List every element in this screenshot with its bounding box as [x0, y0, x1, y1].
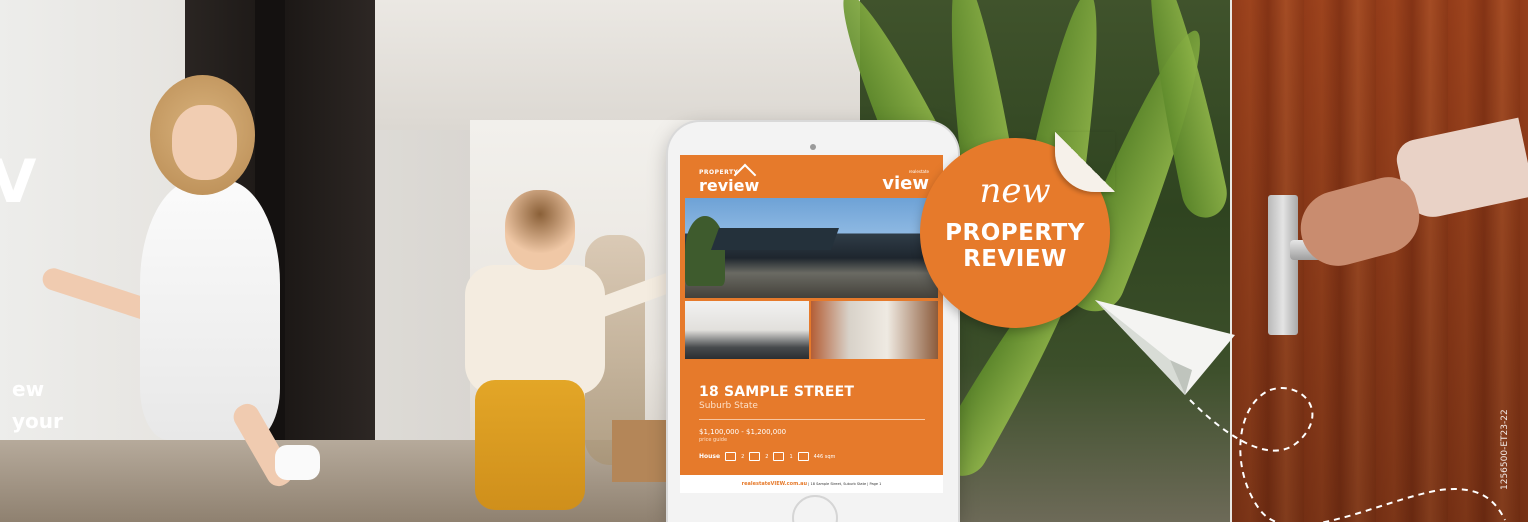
door-handle-plate [1268, 195, 1298, 335]
tagline-line-2: your [12, 409, 63, 433]
tablet-home-button [792, 495, 838, 522]
photo-roof [710, 228, 840, 250]
boy-head [505, 190, 575, 270]
tablet-camera [810, 144, 816, 150]
property-review-logo: PROPERTY review [699, 163, 759, 195]
property-type: House [699, 453, 721, 460]
headline-fragment: V [0, 147, 37, 217]
dashed-flight-path [1189, 387, 1506, 522]
tablet-screen: PROPERTY review realestate view 18 SAMPL… [680, 155, 943, 493]
boy-pants [475, 380, 585, 510]
tagline-line-1: ew [12, 377, 45, 401]
property-photo-interior-2 [811, 301, 938, 359]
tracking-code: 1256500-ET23-22 [1500, 409, 1510, 490]
feature-value: 1 [789, 453, 793, 460]
price-range: $1,100,000 - $1,200,000 [699, 428, 787, 436]
girl-dress [140, 180, 280, 440]
review-header: PROPERTY review realestate view [680, 155, 943, 197]
background-ceiling [370, 0, 870, 130]
tablet-mockup: PROPERTY review realestate view 18 SAMPL… [668, 122, 958, 522]
feature-value: 446 sqm [813, 453, 836, 460]
car-icon [773, 452, 785, 461]
property-suburb: Suburb State [699, 401, 758, 411]
promo-banner: V ew your PROPERTY review realestate vie… [0, 0, 1528, 522]
price-label: price guide [699, 437, 728, 443]
divider [699, 419, 925, 420]
photo-tree [685, 216, 725, 286]
bath-icon [749, 452, 761, 461]
land-icon [797, 452, 809, 461]
flight-path-line [1189, 387, 1506, 522]
feature-value: 2 [765, 453, 769, 460]
girl-sock [275, 445, 320, 480]
sticker-line-1: PROPERTY [945, 220, 1085, 246]
property-photo-interior-1 [685, 301, 809, 359]
boy-sweater [465, 265, 605, 395]
sticker-line-2: REVIEW [963, 246, 1067, 272]
property-photo-main [685, 198, 938, 298]
review-footer: realestateVIEW.com.au | 18 Sample Street… [680, 475, 943, 493]
moving-box [612, 420, 674, 482]
tagline-fragment: ew your [12, 373, 63, 437]
property-address: 18 SAMPLE STREET [699, 384, 855, 400]
footer-brand: realestateVIEW.com.au [741, 481, 808, 487]
feature-value: 2 [741, 453, 745, 460]
property-features: House 2 2 1 446 sqm [699, 452, 835, 461]
footer-text: | 18 Sample Street, Suburb State | Page … [808, 482, 882, 486]
bed-icon [725, 452, 737, 461]
girl-face [172, 105, 237, 180]
